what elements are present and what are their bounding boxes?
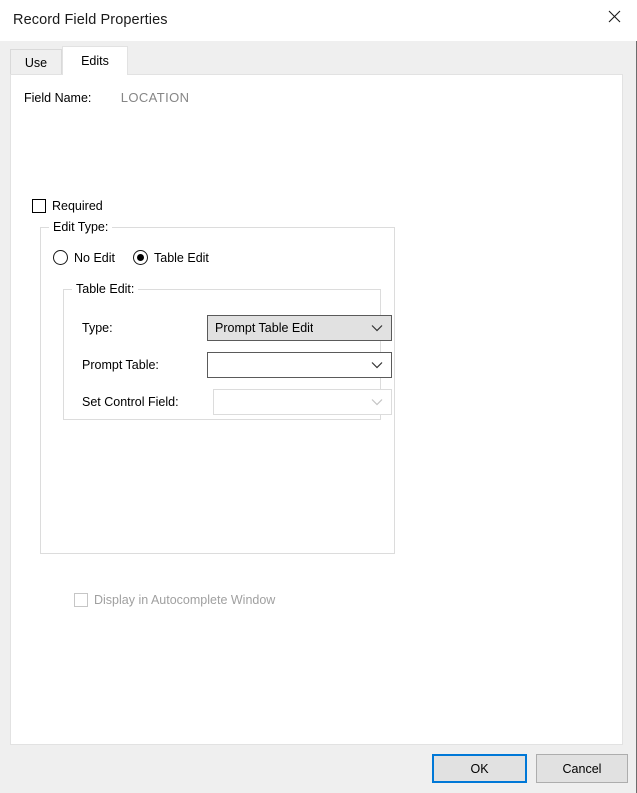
- table-edit-groupbox-title: Table Edit:: [72, 282, 139, 296]
- tab-edits-label: Edits: [81, 54, 109, 68]
- table-edit-groupbox: Table Edit: Type: Prompt Table Edit Prom…: [63, 282, 392, 420]
- radio-no-edit[interactable]: No Edit: [53, 250, 115, 265]
- tab-use-label: Use: [24, 55, 48, 70]
- edit-type-groupbox-title: Edit Type:: [49, 220, 113, 234]
- tab-use[interactable]: Use: [10, 49, 62, 75]
- radio-no-edit-circle: [53, 250, 68, 265]
- radio-no-edit-label: No Edit: [74, 250, 115, 265]
- record-field-properties-dialog: Record Field Properties Use Edits Field …: [0, 0, 637, 793]
- required-checkbox-label: Required: [52, 199, 103, 213]
- display-in-autocomplete-window-checkbox-label: Display in Autocomplete Window: [94, 593, 276, 607]
- set-control-field-combobox: [213, 389, 392, 415]
- set-control-field-row: Set Control Field:: [82, 389, 392, 415]
- tab-edits[interactable]: Edits: [62, 46, 128, 75]
- prompt-table-label: Prompt Table:: [82, 358, 159, 372]
- cancel-button-label: Cancel: [562, 761, 602, 776]
- type-combobox-value: Prompt Table Edit: [215, 321, 314, 335]
- type-combobox[interactable]: Prompt Table Edit: [207, 315, 392, 341]
- ok-button-label: OK: [470, 761, 489, 776]
- edit-type-groupbox: Edit Type: No Edit Table Edit Table Edit…: [40, 220, 395, 607]
- chevron-down-icon: [371, 324, 383, 332]
- prompt-table-row: Prompt Table:: [82, 352, 392, 378]
- radio-table-edit[interactable]: Table Edit: [133, 250, 209, 265]
- chevron-down-icon: [371, 398, 383, 406]
- edit-type-radio-group: No Edit Table Edit: [53, 250, 227, 265]
- field-name-value: LOCATION: [120, 90, 190, 105]
- required-checkbox[interactable]: Required: [32, 199, 103, 213]
- field-name-row: Field Name: LOCATION: [24, 90, 189, 105]
- cancel-button[interactable]: Cancel: [536, 754, 628, 783]
- field-name-label: Field Name:: [24, 91, 92, 105]
- required-checkbox-box: [32, 199, 46, 213]
- type-label: Type:: [82, 321, 113, 335]
- radio-table-edit-label: Table Edit: [154, 250, 209, 265]
- display-in-autocomplete-window-checkbox-box: [74, 593, 88, 607]
- radio-table-edit-circle: [133, 250, 148, 265]
- type-row: Type: Prompt Table Edit: [82, 315, 392, 341]
- title-bar: Record Field Properties: [0, 0, 637, 41]
- close-icon: [608, 10, 620, 22]
- close-button[interactable]: [591, 0, 637, 32]
- set-control-field-label: Set Control Field:: [82, 395, 179, 409]
- chevron-down-icon: [371, 361, 383, 369]
- display-in-autocomplete-window-checkbox: Display in Autocomplete Window: [74, 593, 275, 607]
- edits-tab-panel: Field Name: LOCATION Required Edit Type:…: [10, 74, 623, 745]
- prompt-table-combobox[interactable]: [207, 352, 392, 378]
- window-title: Record Field Properties: [13, 12, 168, 28]
- ok-button[interactable]: OK: [432, 754, 527, 783]
